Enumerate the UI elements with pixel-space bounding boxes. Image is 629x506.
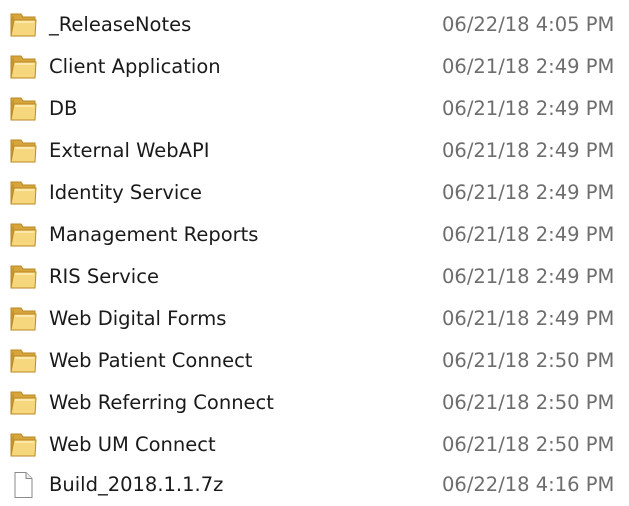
file-row[interactable]: _ReleaseNotes 06/22/18 4:05 PM bbox=[0, 4, 629, 46]
file-date-modified: 06/21/18 2:49 PM bbox=[442, 181, 615, 204]
file-name: Web Referring Connect bbox=[49, 391, 274, 414]
file-name: External WebAPI bbox=[49, 139, 210, 162]
file-date-modified: 06/21/18 2:49 PM bbox=[442, 307, 615, 330]
file-name: Web UM Connect bbox=[49, 433, 216, 456]
folder-icon bbox=[8, 95, 38, 123]
file-row[interactable]: External WebAPI 06/21/18 2:49 PM bbox=[0, 130, 629, 172]
file-name: Web Digital Forms bbox=[49, 307, 227, 330]
folder-icon bbox=[8, 389, 38, 417]
file-row[interactable]: Web Patient Connect 06/21/18 2:50 PM bbox=[0, 340, 629, 382]
file-row[interactable]: Web Digital Forms 06/21/18 2:49 PM bbox=[0, 298, 629, 340]
file-date-modified: 06/21/18 2:49 PM bbox=[442, 139, 615, 162]
file-row[interactable]: Web UM Connect 06/21/18 2:50 PM bbox=[0, 424, 629, 466]
folder-icon bbox=[8, 53, 38, 81]
file-date-modified: 06/21/18 2:49 PM bbox=[442, 265, 615, 288]
file-name: Identity Service bbox=[49, 181, 203, 204]
folder-icon bbox=[8, 431, 38, 459]
folder-icon bbox=[8, 347, 38, 375]
file-date-modified: 06/21/18 2:50 PM bbox=[442, 391, 615, 414]
folder-icon bbox=[8, 263, 38, 291]
file-name: DB bbox=[49, 97, 78, 120]
folder-icon bbox=[8, 221, 38, 249]
file-date-modified: 06/22/18 4:16 PM bbox=[442, 473, 615, 496]
file-date-modified: 06/21/18 2:49 PM bbox=[442, 97, 615, 120]
folder-icon bbox=[8, 179, 38, 207]
file-name: Build_2018.1.1.7z bbox=[49, 473, 224, 496]
file-name: Web Patient Connect bbox=[49, 349, 253, 372]
file-row[interactable]: Management Reports 06/21/18 2:49 PM bbox=[0, 214, 629, 256]
file-list: _ReleaseNotes 06/22/18 4:05 PM Client Ap… bbox=[0, 0, 629, 502]
file-date-modified: 06/21/18 2:49 PM bbox=[442, 223, 615, 246]
file-name: _ReleaseNotes bbox=[49, 13, 192, 36]
file-date-modified: 06/21/18 2:50 PM bbox=[442, 349, 615, 372]
file-icon bbox=[8, 471, 38, 499]
folder-icon bbox=[8, 137, 38, 165]
file-date-modified: 06/22/18 4:05 PM bbox=[442, 13, 615, 36]
file-date-modified: 06/21/18 2:49 PM bbox=[442, 55, 615, 78]
folder-icon bbox=[8, 305, 38, 333]
file-name: RIS Service bbox=[49, 265, 159, 288]
file-row[interactable]: Web Referring Connect 06/21/18 2:50 PM bbox=[0, 382, 629, 424]
folder-icon bbox=[8, 11, 38, 39]
file-row[interactable]: Build_2018.1.1.7z 06/22/18 4:16 PM bbox=[0, 464, 629, 506]
file-name: Management Reports bbox=[49, 223, 259, 246]
file-name: Client Application bbox=[49, 55, 221, 78]
file-row[interactable]: Client Application 06/21/18 2:49 PM bbox=[0, 46, 629, 88]
file-row[interactable]: RIS Service 06/21/18 2:49 PM bbox=[0, 256, 629, 298]
file-row[interactable]: Identity Service 06/21/18 2:49 PM bbox=[0, 172, 629, 214]
file-date-modified: 06/21/18 2:50 PM bbox=[442, 433, 615, 456]
file-row[interactable]: DB 06/21/18 2:49 PM bbox=[0, 88, 629, 130]
